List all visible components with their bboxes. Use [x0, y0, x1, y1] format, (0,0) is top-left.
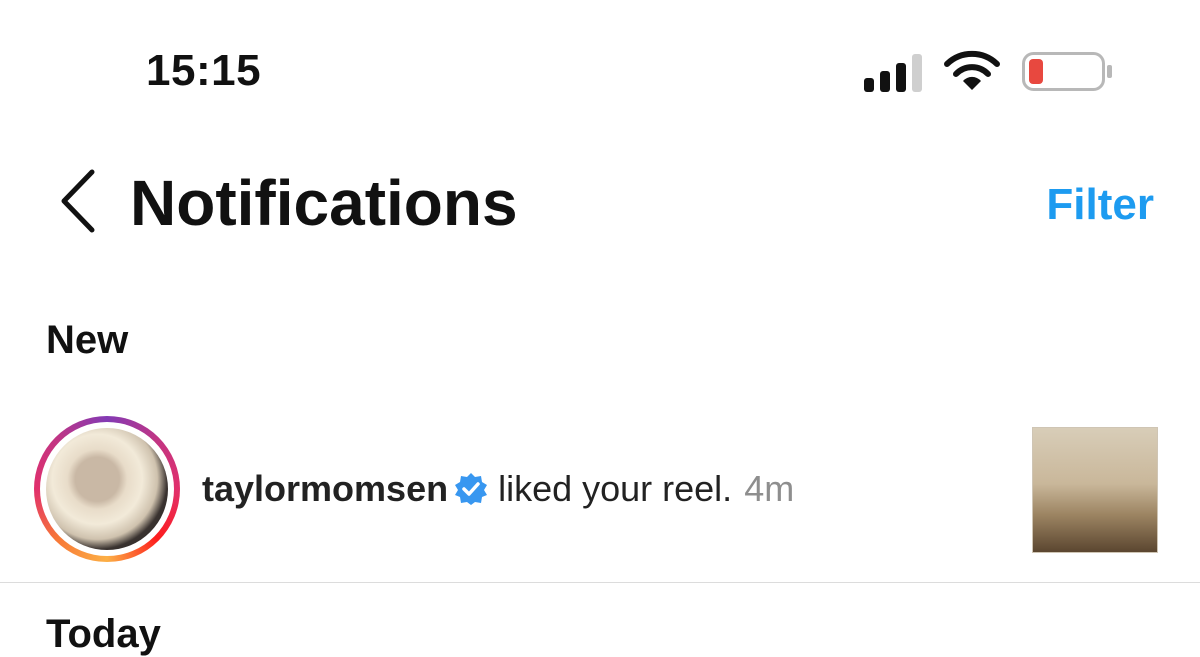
signal-icon	[864, 52, 926, 92]
verified-badge-icon	[455, 473, 488, 505]
section-heading-today: Today	[46, 612, 161, 656]
filter-button[interactable]: Filter	[1046, 180, 1154, 230]
timestamp: 4m	[744, 468, 795, 509]
battery-icon	[1022, 52, 1112, 91]
back-chevron-icon[interactable]	[58, 168, 98, 234]
notification-row[interactable]: taylormomsen liked your reel. 4m	[0, 414, 1200, 564]
section-heading-new: New	[46, 318, 129, 362]
page-title: Notifications	[130, 167, 518, 239]
notification-text: taylormomsen liked your reel. 4m	[202, 468, 794, 510]
username-link[interactable]: taylormomsen	[202, 468, 448, 510]
status-time: 15:15	[146, 46, 262, 95]
notification-action: liked your reel.	[498, 468, 733, 509]
wifi-icon	[944, 50, 1000, 90]
story-ring[interactable]	[34, 416, 180, 562]
reel-thumbnail[interactable]	[1032, 427, 1158, 553]
divider	[0, 582, 1200, 583]
avatar[interactable]	[46, 428, 168, 550]
